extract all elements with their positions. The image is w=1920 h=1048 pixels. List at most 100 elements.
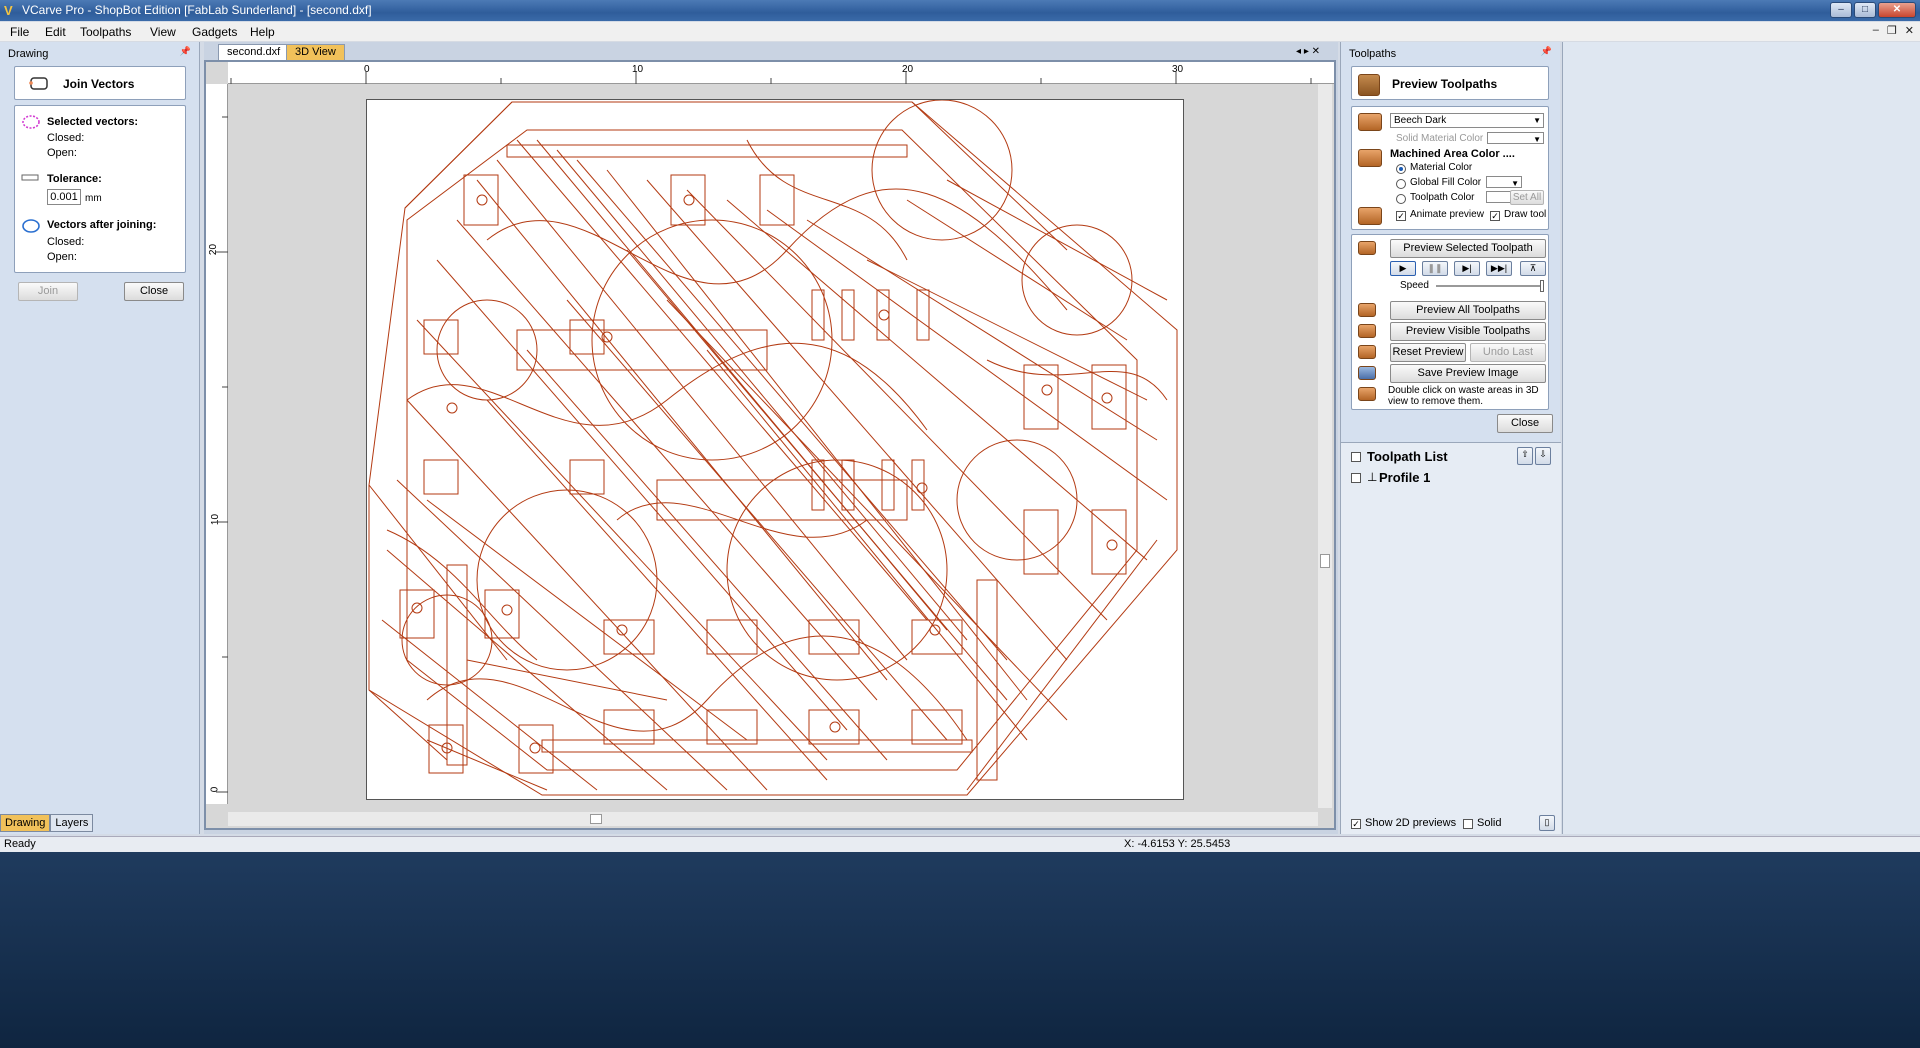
close-preview-button[interactable]: Close <box>1497 414 1553 433</box>
horizontal-scroll-thumb[interactable] <box>590 814 602 824</box>
show-2d-previews-checkbox[interactable]: ✓ <box>1351 819 1361 829</box>
toolpath-item[interactable]: ⊥ Profile 1 <box>1347 467 1555 487</box>
os-taskbar <box>0 852 1920 1048</box>
material-select-value: Beech Dark <box>1394 115 1447 126</box>
h-ruler-ticks <box>230 72 1312 84</box>
preview-visible-icon <box>1358 324 1376 338</box>
save-preview-image-button[interactable]: Save Preview Image <box>1390 364 1546 383</box>
drawing-canvas[interactable]: 0 10 20 30 20 10 0 <box>204 60 1336 830</box>
pin-icon[interactable]: 📌 <box>180 46 191 57</box>
set-all-button[interactable]: Set All <box>1510 190 1544 205</box>
arrow-up-icon: ⇧ <box>1521 449 1529 459</box>
vertical-scroll-thumb[interactable] <box>1320 554 1330 568</box>
tab-drawing[interactable]: Drawing <box>0 814 51 832</box>
material-sheet[interactable] <box>366 99 1184 800</box>
animate-icon <box>1358 207 1382 225</box>
animate-preview-checkbox[interactable]: ✓ <box>1396 211 1406 221</box>
vector-drawing[interactable] <box>367 100 1184 800</box>
toolpath-color-label: Toolpath Color <box>1410 192 1475 203</box>
join-vectors-form: Selected vectors: Closed: Open: Toleranc… <box>14 105 186 273</box>
selected-closed-label: Closed: <box>47 132 85 144</box>
menu-edit[interactable]: Edit <box>45 25 66 39</box>
play-button[interactable]: ▶ <box>1390 261 1416 276</box>
reset-preview-button[interactable]: Reset Preview <box>1390 343 1466 362</box>
profile-tool-icon: ⊥ <box>1367 470 1378 484</box>
minimize-button[interactable]: – <box>1830 2 1852 18</box>
doc-tab-nav[interactable]: ◂ ▸ ✕ <box>1296 46 1320 57</box>
material-icon <box>1358 113 1382 131</box>
tolerance-unit: mm <box>85 193 102 204</box>
toolpath-options-button[interactable]: ▯ <box>1539 815 1555 831</box>
global-fill-color-radio[interactable] <box>1396 179 1406 189</box>
material-settings-card: Beech Dark ▼ Solid Material Color ▼ Machi… <box>1351 106 1549 230</box>
selected-vectors-icon <box>22 115 40 129</box>
speed-label: Speed <box>1400 280 1429 291</box>
speed-slider[interactable] <box>1436 280 1544 292</box>
solid-label: Solid <box>1477 817 1502 829</box>
preview-visible-toolpaths-button[interactable]: Preview Visible Toolpaths <box>1390 322 1546 341</box>
document-area: second.dxf 3D View ◂ ▸ ✕ 0 10 20 30 20 1… <box>204 42 1338 834</box>
join-button[interactable]: Join <box>18 282 78 301</box>
tab-layers[interactable]: Layers <box>50 814 94 832</box>
drawing-panel: Drawing 📌 Join Vectors Selected vectors:… <box>0 42 200 834</box>
tolerance-icon <box>21 174 39 181</box>
preview-all-toolpaths-button[interactable]: Preview All Toolpaths <box>1390 301 1546 320</box>
tab-3d-view[interactable]: 3D View <box>286 44 345 61</box>
to-top-button[interactable]: ⊼ <box>1520 261 1546 276</box>
preview-toolpaths-header: Preview Toolpaths <box>1351 66 1549 100</box>
move-down-button[interactable]: ⇩ <box>1535 447 1551 465</box>
material-color-radio[interactable] <box>1396 164 1406 174</box>
menu-toolpaths[interactable]: Toolpaths <box>80 25 131 39</box>
close-window-button[interactable]: ✕ <box>1878 2 1916 18</box>
toolpaths-panel-title: Toolpaths <box>1349 48 1397 60</box>
toolpath-color-radio[interactable] <box>1396 194 1406 204</box>
menu-gadgets[interactable]: Gadgets <box>192 25 237 39</box>
draw-tool-checkbox[interactable]: ✓ <box>1490 211 1500 221</box>
vectors-after-icon <box>22 219 40 233</box>
vertical-scrollbar[interactable] <box>1318 84 1332 808</box>
solid-material-color-select[interactable]: ▼ <box>1487 132 1544 144</box>
move-up-button[interactable]: ⇧ <box>1517 447 1533 465</box>
waste-area-hint: Double click on waste areas in 3D view t… <box>1388 385 1539 407</box>
fast-forward-button[interactable]: ▶▶| <box>1486 261 1512 276</box>
join-vectors-icon <box>29 77 48 90</box>
join-vectors-title: Join Vectors <box>63 77 135 91</box>
toolpath-checkbox[interactable] <box>1351 473 1361 483</box>
drawing-panel-title: Drawing <box>8 48 49 60</box>
mdi-restore-button[interactable]: ❐ <box>1887 24 1897 37</box>
preview-selected-toolpath-button[interactable]: Preview Selected Toolpath <box>1390 239 1546 258</box>
global-fill-color-select[interactable]: ▼ <box>1486 176 1522 188</box>
toolpath-list-checkbox[interactable] <box>1351 452 1361 462</box>
step-forward-icon: ▶| <box>1462 263 1472 273</box>
machined-area-icon <box>1358 149 1382 167</box>
solid-checkbox[interactable] <box>1463 819 1473 829</box>
toolpath-list-section: Toolpath List ⇧ ⇩ ⊥ Profile 1 ✓ Show 2D … <box>1341 442 1561 834</box>
tolerance-input[interactable]: 0.001 <box>47 189 81 205</box>
horizontal-scrollbar[interactable] <box>228 812 1318 826</box>
close-button[interactable]: Close <box>124 282 184 301</box>
maximize-button[interactable]: □ <box>1854 2 1876 18</box>
after-open-label: Open: <box>47 251 77 263</box>
waste-area-icon <box>1358 387 1376 401</box>
reset-preview-icon <box>1358 345 1376 359</box>
menu-help[interactable]: Help <box>250 25 275 39</box>
menu-view[interactable]: View <box>150 25 176 39</box>
pin-icon[interactable]: 📌 <box>1541 46 1552 57</box>
toolpath-name: Profile 1 <box>1379 470 1431 485</box>
show-2d-previews-label: Show 2D previews <box>1365 817 1457 829</box>
play-icon: ▶ <box>1399 263 1407 273</box>
options-icon: ▯ <box>1544 817 1550 827</box>
step-forward-button[interactable]: ▶| <box>1454 261 1480 276</box>
material-select[interactable]: Beech Dark ▼ <box>1390 113 1544 128</box>
menu-file[interactable]: File <box>10 25 29 39</box>
join-vectors-header: Join Vectors <box>14 66 186 100</box>
chevron-down-icon: ▼ <box>1533 135 1541 144</box>
preview-all-icon <box>1358 303 1376 317</box>
speed-slider-thumb[interactable] <box>1540 280 1544 292</box>
menu-bar: File Edit Toolpaths View Gadgets Help – … <box>0 22 1920 42</box>
tab-second-dxf[interactable]: second.dxf <box>218 44 290 61</box>
mdi-close-button[interactable]: ✕ <box>1905 24 1914 37</box>
undo-last-button[interactable]: Undo Last <box>1470 343 1546 362</box>
mdi-minimize-button[interactable]: – <box>1873 24 1879 37</box>
pause-button[interactable]: ❚❚ <box>1422 261 1448 276</box>
